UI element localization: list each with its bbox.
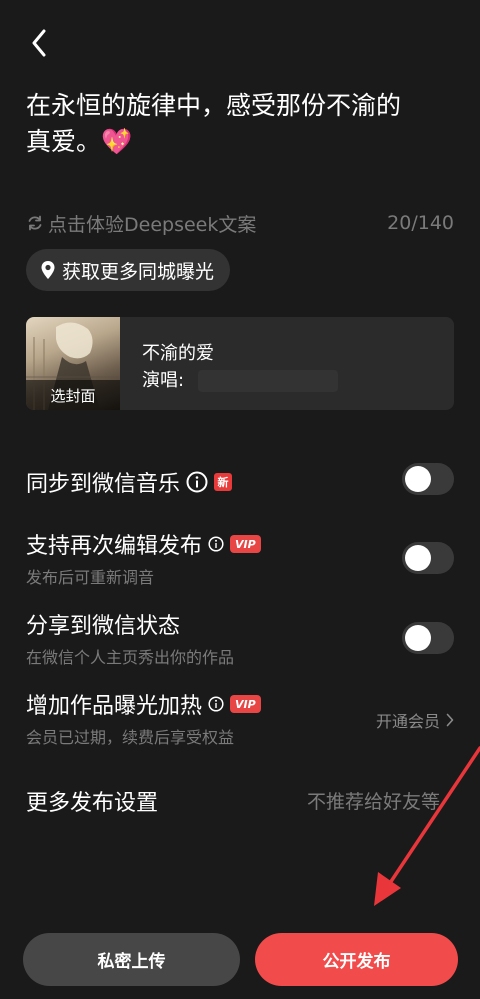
location-pin-icon: [41, 261, 55, 279]
location-label: 获取更多同城曝光: [62, 260, 215, 283]
cover-selector[interactable]: 选封面: [26, 317, 120, 410]
more-settings-value: 不推荐给好友等: [306, 791, 440, 813]
char-counter: 20/140: [387, 212, 454, 234]
caption-line-2: 真爱。💖: [26, 127, 133, 156]
setting-re-edit: 支持再次编辑发布 VIP 发布后可重新调音: [26, 528, 454, 588]
share-status-toggle[interactable]: [402, 622, 454, 654]
sync-wechat-title: 同步到微信音乐: [26, 472, 181, 497]
setting-share-wechat-status: 分享到微信状态 在微信个人主页秀出你的作品: [26, 608, 454, 668]
share-status-title: 分享到微信状态: [26, 614, 181, 639]
deepseek-suggest-link[interactable]: 点击体验Deepseek文案: [26, 210, 256, 237]
info-icon[interactable]: [208, 536, 224, 552]
setting-sync-wechat-music: 同步到微信音乐 新: [26, 463, 454, 499]
refresh-icon: [28, 215, 42, 231]
chevron-left-icon: [32, 29, 46, 57]
toggle-knob: [405, 545, 431, 571]
boost-title: 增加作品曝光加热: [26, 694, 203, 719]
share-status-subtitle: 在微信个人主页秀出你的作品: [26, 648, 235, 667]
re-edit-subtitle: 发布后可重新调音: [26, 568, 155, 587]
caption-text[interactable]: 在永恒的旋律中，感受那份不渝的 真爱。💖: [26, 88, 456, 160]
open-membership-label: 开通会员: [375, 712, 440, 731]
new-badge: 新: [214, 473, 233, 491]
back-button[interactable]: [24, 26, 54, 60]
public-publish-button[interactable]: 公开发布: [255, 933, 458, 986]
caption-line-1: 在永恒的旋律中，感受那份不渝的: [26, 91, 402, 120]
setting-boost-exposure: 增加作品曝光加热 VIP 会员已过期，续费后享受权益 开通会员: [26, 688, 454, 748]
vip-badge: VIP: [230, 535, 261, 553]
open-membership-link[interactable]: 开通会员: [376, 708, 454, 732]
song-artist-label: 演唱:: [142, 370, 185, 391]
cover-label: 选封面: [26, 380, 120, 410]
private-upload-button[interactable]: 私密上传: [23, 933, 240, 986]
info-icon[interactable]: [186, 471, 208, 493]
toggle-knob: [405, 466, 431, 492]
song-card: 选封面 不渝的爱 演唱:: [26, 317, 454, 410]
info-icon[interactable]: [208, 696, 224, 712]
sync-wechat-toggle[interactable]: [402, 463, 454, 495]
vip-badge: VIP: [230, 695, 261, 713]
re-edit-toggle[interactable]: [402, 542, 454, 574]
toggle-knob: [405, 625, 431, 651]
public-publish-label: 公开发布: [322, 952, 391, 972]
more-settings-title: 更多发布设置: [26, 791, 159, 816]
artist-name-redacted: [198, 370, 338, 392]
chevron-right-icon: [446, 713, 454, 727]
re-edit-title: 支持再次编辑发布: [26, 534, 203, 559]
private-upload-label: 私密上传: [97, 952, 166, 972]
location-button[interactable]: 获取更多同城曝光: [26, 249, 231, 291]
deepseek-suggest-label: 点击体验Deepseek文案: [48, 213, 257, 236]
song-title: 不渝的爱: [142, 343, 214, 364]
ai-suggest-row: 点击体验Deepseek文案 20/140: [26, 208, 454, 238]
more-publish-settings[interactable]: 更多发布设置 不推荐给好友等: [26, 785, 454, 816]
